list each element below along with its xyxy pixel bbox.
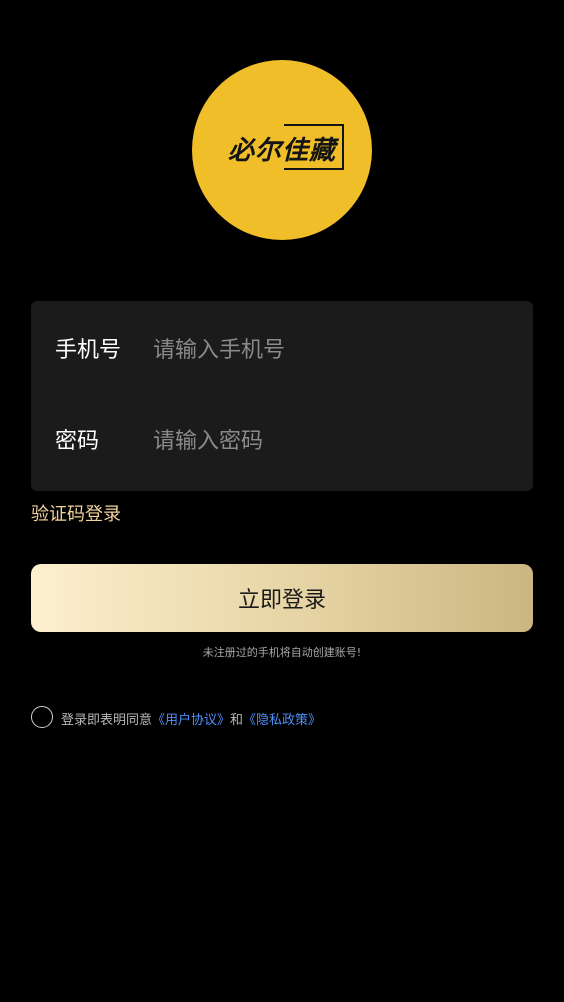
password-input[interactable] [153, 394, 503, 489]
phone-label: 手机号 [55, 338, 122, 363]
login-form: 手机号 密码 [31, 301, 533, 491]
agreement-conjunction: 和 [230, 713, 244, 728]
agreement-prefix: 登录即表明同意 [61, 713, 153, 728]
phone-input[interactable] [153, 303, 503, 398]
phone-row: 手机号 [31, 301, 533, 398]
auto-register-hint: 未注册过的手机将自动创建账号! [202, 646, 362, 659]
privacy-policy-link[interactable]: 《隐私政策》 [243, 713, 321, 728]
app-logo: 必尔佳藏 [192, 60, 372, 240]
sms-login-link[interactable]: 验证码登录 [31, 500, 121, 526]
agreement-text: 登录即表明同意《用户协议》和《隐私政策》 [61, 709, 321, 728]
user-agreement-link[interactable]: 《用户协议》 [152, 713, 230, 728]
login-button[interactable]: 立即登录 [31, 564, 533, 632]
password-label: 密码 [55, 429, 100, 454]
password-row: 密码 [31, 394, 533, 491]
agreement-checkbox[interactable] [31, 706, 53, 728]
logo-text: 必尔佳藏 [228, 136, 337, 166]
